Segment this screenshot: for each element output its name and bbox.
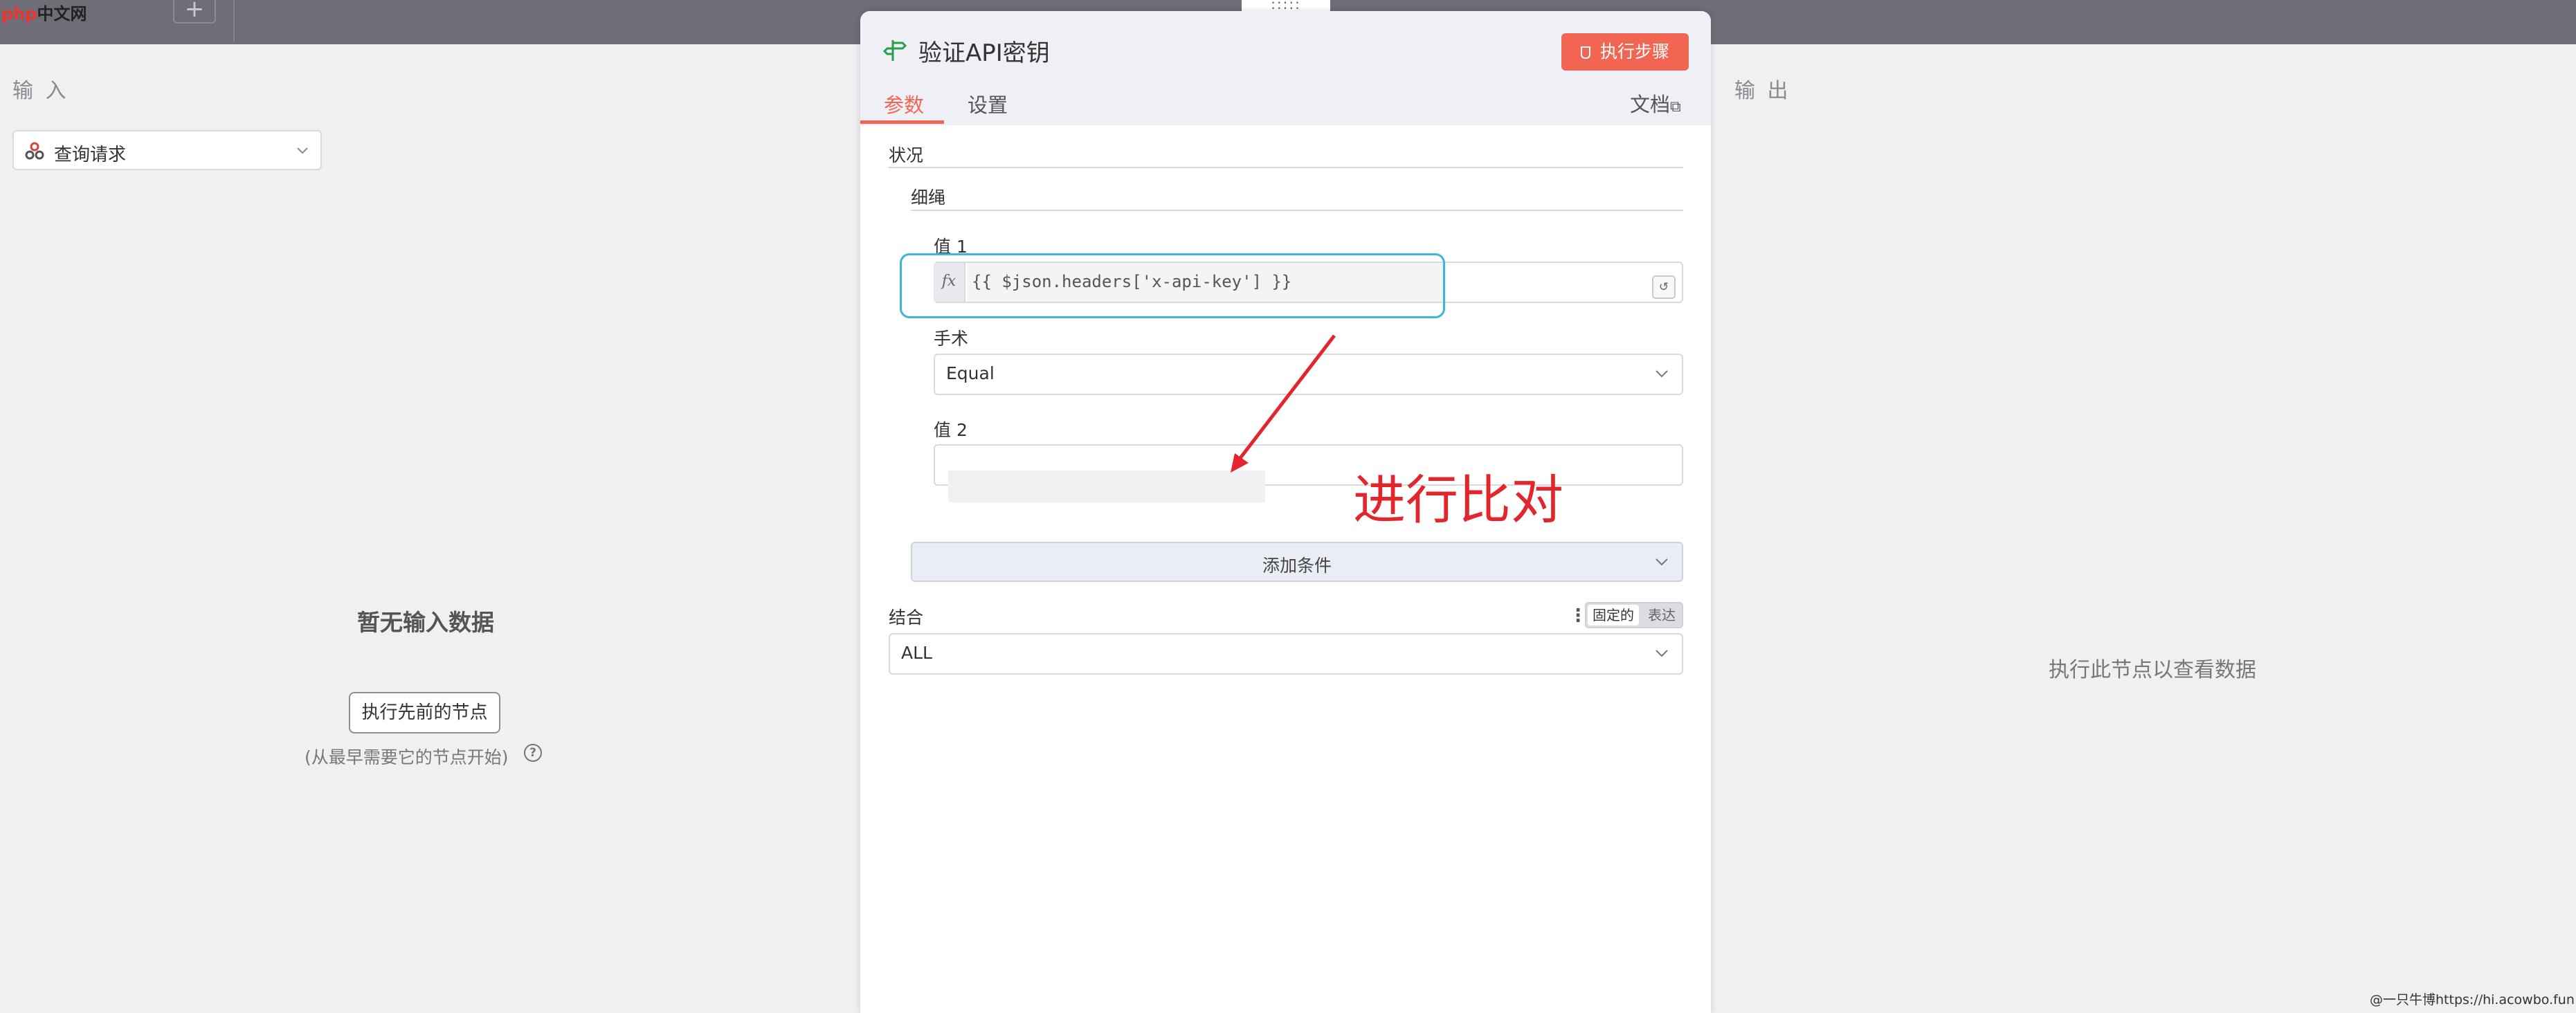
chevron-down-icon [297, 147, 308, 154]
chevron-down-icon [1656, 650, 1668, 657]
operation-label: 手术 [934, 329, 969, 349]
add-condition-label: 添加条件 [1262, 556, 1332, 576]
active-tab-indicator [860, 120, 944, 124]
execute-step-button[interactable]: 执行步骤 [1561, 33, 1689, 71]
output-heading: 输 出 [1734, 79, 1791, 103]
combine-select[interactable]: ALL [889, 633, 1683, 675]
toggle-expression[interactable]: 表达 [1642, 605, 1682, 626]
chevron-down-icon [1656, 558, 1668, 566]
toggle-fixed[interactable]: 固定的 [1588, 605, 1639, 626]
execute-step-label: 执行步骤 [1599, 42, 1669, 62]
conditions-divider [889, 167, 1683, 168]
string-label: 细绳 [911, 188, 946, 208]
no-input-title: 暂无输入数据 [357, 609, 494, 636]
annotation-label: 进行比对 [1353, 469, 1563, 531]
help-icon[interactable]: ? [524, 744, 542, 762]
output-panel [1711, 44, 2576, 1013]
chevron-down-icon [1656, 370, 1668, 378]
annotation-arrow [1231, 334, 1336, 473]
conditions-label: 状况 [889, 145, 924, 165]
docs-link-label: 文档 [1630, 93, 1671, 116]
run-previous-nodes-button[interactable]: 执行先前的节点 [349, 692, 500, 733]
combine-label: 结合 [889, 608, 924, 628]
signpost-icon [883, 40, 907, 61]
no-output-text: 执行此节点以查看数据 [2049, 658, 2256, 682]
site-logo: php中文网 [1, 4, 87, 24]
docs-link[interactable]: 文档⧉ [1630, 89, 1681, 118]
value2-label: 值 2 [934, 420, 968, 440]
string-divider [911, 210, 1683, 211]
expression-mode-button[interactable]: ↺ [1652, 275, 1676, 299]
node-title[interactable]: 验证API密钥 [918, 34, 1050, 68]
combine-value: ALL [901, 643, 932, 663]
input-node-select[interactable]: 查询请求 [12, 130, 322, 170]
flask-icon [1580, 46, 1590, 59]
input-panel [0, 44, 860, 1013]
tab-parameters[interactable]: 参数 [884, 89, 924, 118]
watermark: @一只牛博https://hi.acowbo.fun [2370, 992, 2575, 1007]
add-tab-button[interactable]: + [173, 0, 216, 24]
node-dialog [860, 11, 1711, 1013]
operation-value: Equal [946, 363, 995, 383]
highlight-annotation-box [900, 253, 1445, 318]
webhook-icon [25, 142, 44, 160]
input-heading: 输 入 [12, 79, 69, 103]
external-link-icon: ⧉ [1670, 98, 1681, 116]
topbar-divider [233, 0, 235, 42]
fixed-expression-toggle[interactable]: 固定的 表达 [1585, 602, 1683, 628]
run-previous-hint: (从最早需要它的节点开始) [305, 747, 509, 767]
add-condition-button[interactable]: 添加条件 [911, 542, 1683, 582]
tab-settings[interactable]: 设置 [968, 89, 1008, 118]
input-node-label: 查询请求 [54, 145, 127, 165]
